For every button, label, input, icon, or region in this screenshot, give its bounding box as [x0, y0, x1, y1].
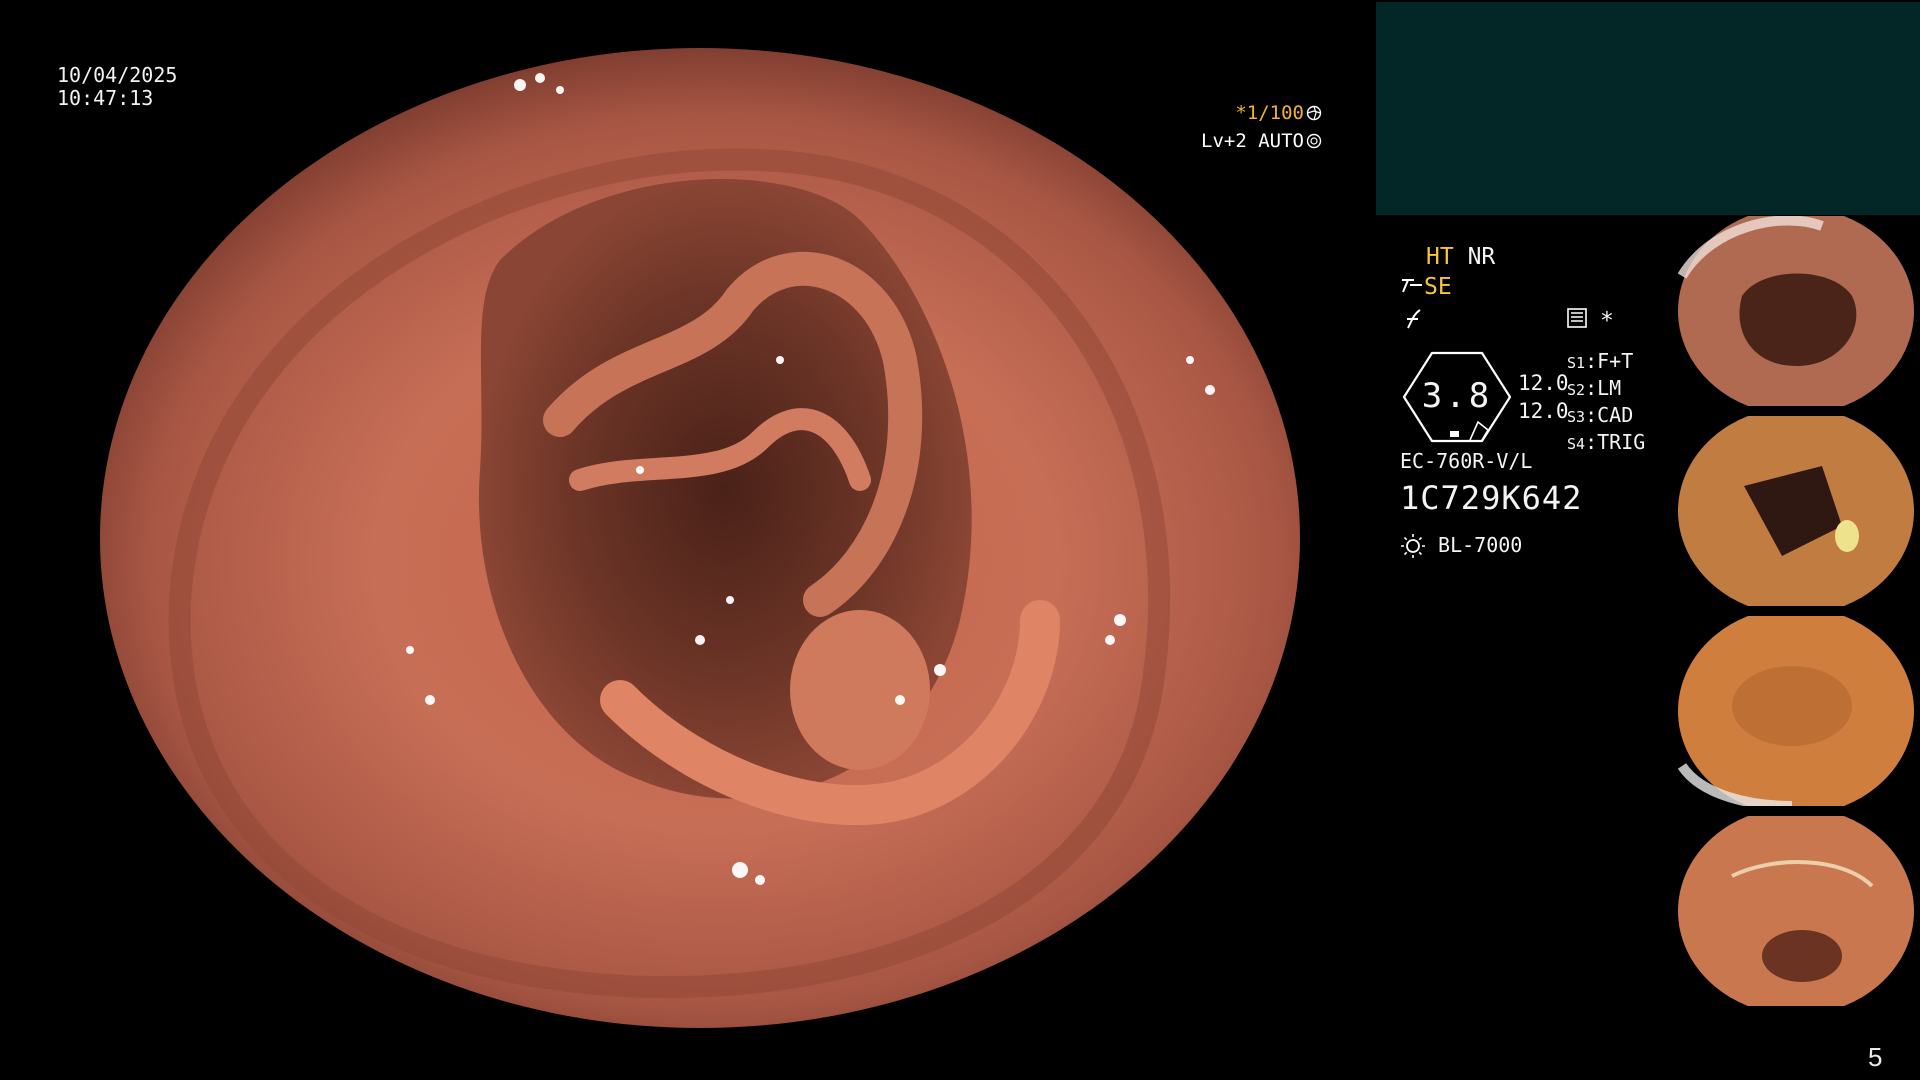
capture-thumbnail-2[interactable] [1672, 416, 1920, 606]
brightness-level: Lv+2 AUTO [1201, 130, 1304, 152]
switch-row: S1:F+T [1567, 349, 1634, 373]
endoscopy-screen: 10/04/2025 10:47:13 *1/100 Lv+2 AUTO HT … [0, 0, 1920, 1080]
patient-info-panel [1376, 2, 1920, 215]
switch-value: LM [1597, 376, 1622, 400]
switch-key: S4 [1567, 435, 1586, 453]
se-indicator: SE [1424, 274, 1452, 300]
capture-thumbnail-1[interactable] [1672, 216, 1920, 406]
color-mode-icon [1404, 308, 1424, 330]
image-mode-status: HT NR [1426, 244, 1495, 270]
iris-icon [1306, 129, 1322, 149]
time-text: 10:47:13 [57, 86, 154, 110]
light-source-status: BL-7000 [1400, 532, 1522, 558]
page-number: 5 [1868, 1042, 1883, 1072]
structure-enhance-icon [1400, 276, 1424, 296]
memory-card-icon [1566, 307, 1588, 329]
date-time-readout: 10/04/2025 10:47:13 [57, 64, 177, 110]
switch-key: S3 [1567, 408, 1586, 426]
switch-row: S3:CAD [1567, 403, 1634, 427]
switch-row: S2:LM [1567, 376, 1622, 400]
gauge-right-top: 12.0 [1518, 371, 1569, 395]
switch-value: CAD [1597, 403, 1634, 427]
date-text: 10/04/2025 [57, 63, 178, 87]
gauge-right-bottom: 12.0 [1518, 399, 1569, 423]
capture-thumbnail-3[interactable] [1672, 616, 1920, 806]
asterisk-indicator: * [1600, 308, 1614, 334]
switch-row: S4:TRIG [1567, 430, 1646, 454]
ht-indicator: HT [1426, 244, 1454, 270]
scope-serial: 1C729K642 [1400, 479, 1583, 517]
aperture-icon [1306, 101, 1322, 121]
scope-model: EC-760R-V/L [1400, 449, 1533, 473]
switch-value: F+T [1597, 349, 1634, 373]
nr-indicator: NR [1467, 244, 1496, 270]
light-source-name: BL-7000 [1438, 533, 1523, 557]
gauge-value: 3.8 [1421, 376, 1493, 416]
switch-value: TRIG [1597, 430, 1646, 454]
light-source-icon [1400, 532, 1426, 558]
capture-thumbnail-4[interactable] [1672, 816, 1920, 1006]
switch-assignments: S1:F+T S2:LM S3:CAD S4:TRIG [1567, 349, 1645, 457]
structure-enhance-status: SE [1400, 274, 1452, 300]
switch-key: S1 [1567, 354, 1586, 372]
shutter-speed: *1/100 [1235, 102, 1304, 124]
exposure-readout: *1/100 Lv+2 AUTO [1190, 99, 1322, 155]
endoscope-main-view [0, 0, 1376, 1080]
switch-key: S2 [1567, 381, 1586, 399]
